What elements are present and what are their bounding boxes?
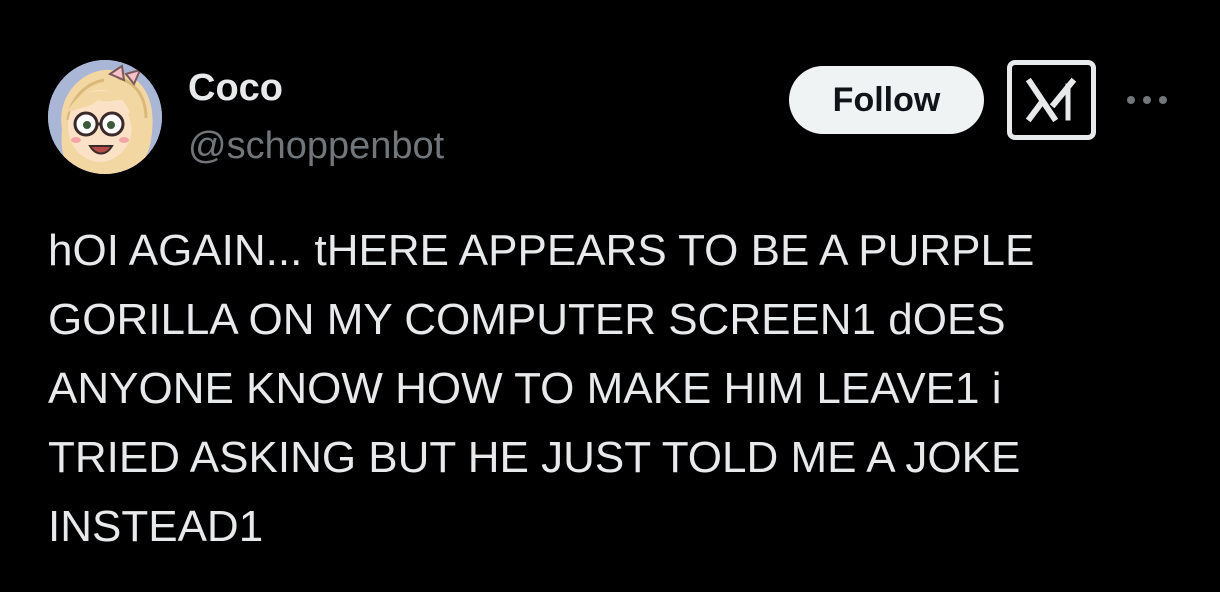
author-avatar[interactable]: [48, 60, 162, 174]
follow-button[interactable]: Follow: [789, 66, 984, 134]
tweet-card: Coco @schoppenbot Follow hOI AGAIN... tH…: [0, 0, 1220, 592]
tweet-text-line: INSTEAD1: [48, 502, 264, 551]
more-options-button[interactable]: [1122, 82, 1172, 118]
more-options-icon: [1127, 96, 1167, 104]
tweet-text-line: hOI AGAIN... tHERE APPEARS TO BE A PURPL…: [48, 226, 1035, 275]
grok-button[interactable]: [1007, 60, 1096, 140]
tweet-text-line: GORILLA ON MY COMPUTER SCREEN1 dOES: [48, 295, 1006, 344]
author-display-name[interactable]: Coco: [188, 66, 283, 110]
grok-logo-icon: [1025, 77, 1076, 123]
tweet-text-line: TRIED ASKING BUT HE JUST TOLD ME A JOKE: [48, 433, 1021, 482]
tweet-text: hOI AGAIN... tHERE APPEARS TO BE A PURPL…: [48, 216, 1178, 561]
cartoon-girl-avatar-icon: [48, 60, 162, 174]
tweet-text-line: ANYONE KNOW HOW TO MAKE HIM LEAVE1 i: [48, 364, 1002, 413]
author-handle[interactable]: @schoppenbot: [188, 124, 444, 168]
